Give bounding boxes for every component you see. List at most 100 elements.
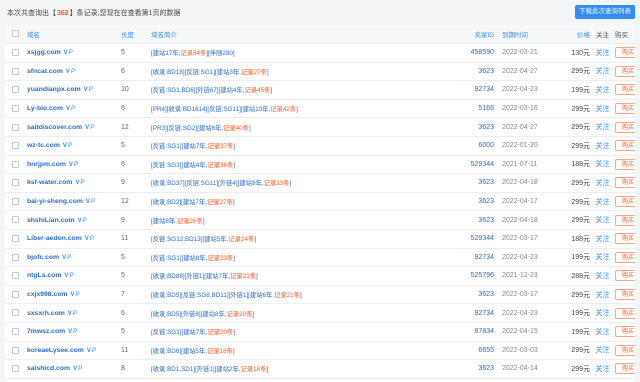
row-checkbox[interactable] bbox=[12, 272, 19, 280]
follow-link[interactable]: 关注 bbox=[590, 234, 615, 244]
follow-link[interactable]: 关注 bbox=[590, 122, 615, 132]
domain-intro: [收录:BD18][反链:SG1][建站3年,记录27条] bbox=[151, 68, 269, 76]
row-checkbox[interactable] bbox=[12, 123, 19, 131]
buy-button[interactable]: 购买 bbox=[615, 121, 635, 133]
buy-button[interactable]: 购买 bbox=[615, 251, 635, 263]
row-checkbox[interactable] bbox=[12, 235, 19, 243]
buy-button[interactable]: 购买 bbox=[615, 103, 635, 115]
row-checkbox[interactable] bbox=[12, 160, 19, 168]
row-checkbox[interactable] bbox=[12, 216, 19, 224]
seller-id-link[interactable]: 5166 bbox=[449, 105, 502, 112]
domain-link[interactable]: cxjx998.com bbox=[27, 291, 67, 298]
seller-id-link[interactable]: 3623 bbox=[449, 124, 502, 131]
header-price[interactable]: 价格 bbox=[562, 29, 590, 39]
buy-button[interactable]: 购买 bbox=[615, 326, 635, 338]
header-expiry[interactable]: 到期时间 bbox=[502, 29, 562, 39]
header-length[interactable]: 长度 bbox=[121, 29, 151, 39]
follow-link[interactable]: 关注 bbox=[590, 271, 615, 281]
seller-id-link[interactable]: 92734 bbox=[449, 254, 502, 261]
domain-link[interactable]: Ly-bio.com bbox=[27, 105, 63, 112]
domain-link[interactable]: Liber-aedon.com bbox=[27, 235, 82, 242]
buy-button[interactable]: 购买 bbox=[615, 289, 635, 301]
domain-link[interactable]: saishicd.com bbox=[27, 365, 70, 372]
row-checkbox[interactable] bbox=[12, 67, 19, 75]
domain-link[interactable]: sfncat.com bbox=[27, 68, 63, 75]
buy-button[interactable]: 购买 bbox=[615, 363, 635, 375]
expiry-date: 2022-03-17 bbox=[502, 291, 538, 299]
row-checkbox[interactable] bbox=[12, 346, 19, 354]
domain-link[interactable]: sxsxrh.com bbox=[27, 310, 65, 317]
follow-link[interactable]: 关注 bbox=[590, 290, 615, 300]
domain-link[interactable]: ksf-water.com bbox=[27, 179, 72, 186]
row-checkbox[interactable] bbox=[12, 309, 19, 317]
seller-id-link[interactable]: 525796 bbox=[449, 272, 502, 279]
domain-link[interactable]: yuandianpx.com bbox=[27, 86, 81, 93]
follow-link[interactable]: 关注 bbox=[590, 48, 615, 58]
row-checkbox[interactable] bbox=[12, 328, 19, 336]
buy-button[interactable]: 购买 bbox=[615, 158, 635, 170]
seller-id-link[interactable]: 3623 bbox=[449, 179, 502, 186]
seller-id-link[interactable]: 3623 bbox=[449, 68, 502, 75]
buy-button[interactable]: 购买 bbox=[615, 214, 635, 226]
domain-link[interactable]: xsjgg.com bbox=[27, 49, 61, 56]
row-checkbox[interactable] bbox=[12, 179, 19, 187]
follow-link[interactable]: 关注 bbox=[590, 66, 615, 76]
row-checkbox[interactable] bbox=[12, 197, 19, 205]
follow-link[interactable]: 关注 bbox=[590, 215, 615, 225]
seller-id-link[interactable]: 92734 bbox=[449, 86, 502, 93]
follow-link[interactable]: 关注 bbox=[590, 141, 615, 151]
domain-link[interactable]: saitdiscover.com bbox=[27, 124, 82, 131]
follow-link[interactable]: 关注 bbox=[590, 252, 615, 262]
domain-link[interactable]: bjofc.com bbox=[27, 254, 59, 261]
seller-id-link[interactable]: 6655 bbox=[449, 347, 502, 354]
select-all-checkbox[interactable] bbox=[12, 30, 19, 38]
buy-button[interactable]: 购买 bbox=[615, 196, 635, 208]
row-checkbox[interactable] bbox=[12, 290, 19, 298]
buy-button[interactable]: 购买 bbox=[615, 47, 635, 59]
domain-link[interactable]: 7mwsz.com bbox=[27, 328, 65, 335]
buy-button[interactable]: 购买 bbox=[615, 307, 635, 319]
domain-link[interactable]: shshiLian.com bbox=[27, 217, 75, 224]
domain-link[interactable]: koreaeLysee.com bbox=[27, 347, 84, 354]
header-seller-id[interactable]: 卖家ID bbox=[449, 29, 502, 39]
seller-id-link[interactable]: 529344 bbox=[449, 161, 502, 168]
domain-link[interactable]: wz-tc.com bbox=[27, 142, 60, 149]
buy-button[interactable]: 购买 bbox=[615, 84, 635, 96]
buy-button[interactable]: 购买 bbox=[615, 177, 635, 189]
seller-id-link[interactable]: 3623 bbox=[449, 365, 502, 372]
seller-id-link[interactable]: 3623 bbox=[449, 198, 502, 205]
follow-link[interactable]: 关注 bbox=[590, 85, 615, 95]
seller-id-link[interactable]: 6000 bbox=[449, 142, 502, 149]
follow-link[interactable]: 关注 bbox=[590, 197, 615, 207]
seller-id-link[interactable]: 87834 bbox=[449, 328, 502, 335]
price: 299元 bbox=[571, 365, 590, 373]
seller-id-link[interactable]: 3623 bbox=[449, 217, 502, 224]
seller-id-link[interactable]: 92734 bbox=[449, 310, 502, 317]
domain-link[interactable]: hnrjpm.com bbox=[27, 161, 66, 168]
row-checkbox[interactable] bbox=[12, 86, 19, 94]
follow-link[interactable]: 关注 bbox=[590, 327, 615, 337]
buy-button[interactable]: 购买 bbox=[615, 140, 635, 152]
follow-link[interactable]: 关注 bbox=[590, 159, 615, 169]
row-checkbox[interactable] bbox=[12, 253, 19, 261]
row-checkbox[interactable] bbox=[12, 49, 19, 57]
buy-button[interactable]: 购买 bbox=[615, 65, 635, 77]
buy-button[interactable]: 购买 bbox=[615, 233, 635, 245]
follow-link[interactable]: 关注 bbox=[590, 345, 615, 355]
buy-button[interactable]: 购买 bbox=[615, 344, 635, 356]
export-list-button[interactable]: 下载此次查询列表 bbox=[575, 5, 635, 19]
seller-id-link[interactable]: 3623 bbox=[449, 291, 502, 298]
follow-link[interactable]: 关注 bbox=[590, 178, 615, 188]
seller-id-link[interactable]: 529344 bbox=[449, 235, 502, 242]
follow-link[interactable]: 关注 bbox=[590, 308, 615, 318]
domain-link[interactable]: bai-yi-sheng.com bbox=[27, 198, 83, 205]
buy-button[interactable]: 购买 bbox=[615, 270, 635, 282]
follow-link[interactable]: 关注 bbox=[590, 364, 615, 374]
row-checkbox[interactable] bbox=[12, 365, 19, 373]
domain-link[interactable]: ntgLs.com bbox=[27, 272, 61, 279]
row-checkbox[interactable] bbox=[12, 142, 19, 150]
follow-link[interactable]: 关注 bbox=[590, 104, 615, 114]
seller-id-link[interactable]: 458590 bbox=[449, 49, 502, 56]
header-domain[interactable]: 域名 bbox=[27, 29, 121, 39]
row-checkbox[interactable] bbox=[12, 104, 19, 112]
